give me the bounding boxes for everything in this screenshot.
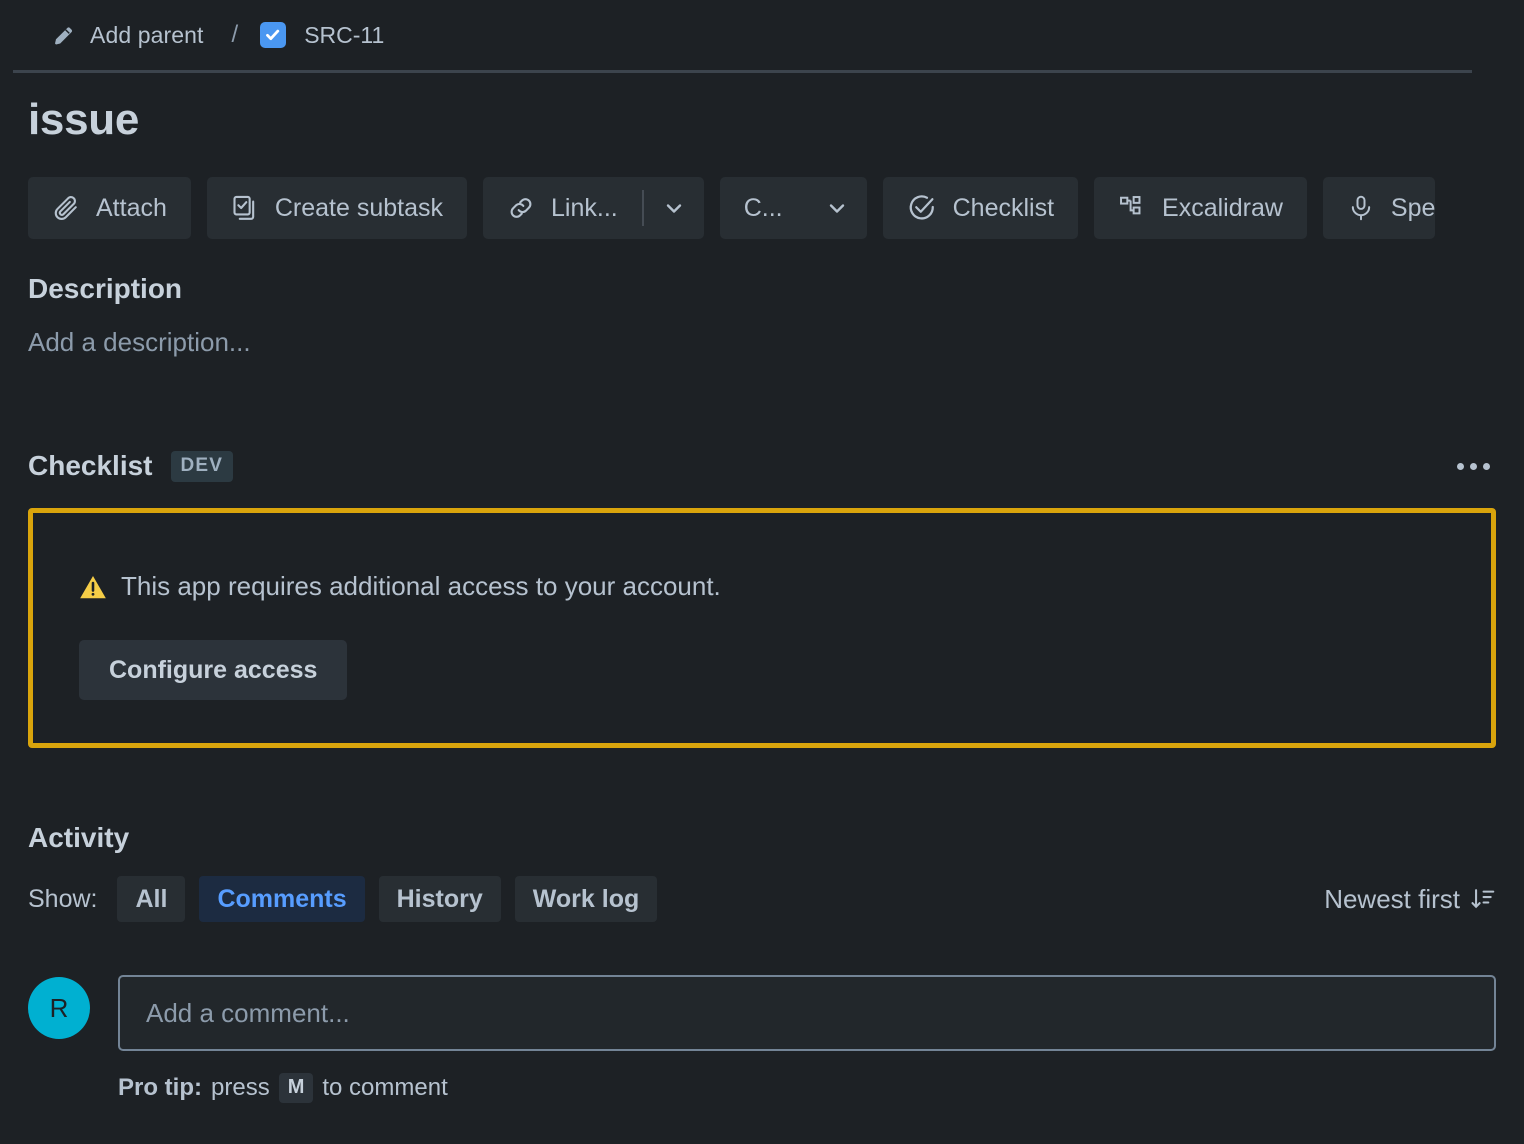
add-comment-row: R Pro tip: press M to comment	[28, 975, 1496, 1104]
breadcrumb: Add parent / SRC-11	[0, 0, 1524, 70]
link-dropdown-button[interactable]	[644, 177, 704, 239]
check-circle-icon	[907, 193, 937, 223]
microphone-icon	[1347, 194, 1375, 222]
ellipsis-dot	[1483, 462, 1490, 470]
pro-tip: Pro tip: press M to comment	[118, 1073, 1496, 1104]
ellipsis-dot	[1470, 462, 1477, 470]
pro-tip-text: press	[211, 1074, 270, 1102]
ellipsis-dot	[1457, 462, 1464, 470]
link-icon	[507, 194, 535, 222]
breadcrumb-issue-link[interactable]: SRC-11	[254, 18, 390, 53]
header-divider	[13, 70, 1472, 73]
checklist-heading-group: Checklist DEV	[28, 450, 234, 482]
add-comment-input[interactable]	[118, 975, 1496, 1052]
more-apps-label: C...	[743, 193, 783, 222]
filter-history-button[interactable]: History	[378, 876, 501, 923]
warning-triangle-icon	[79, 574, 107, 600]
link-button[interactable]: Link...	[483, 177, 642, 239]
comment-column: Pro tip: press M to comment	[118, 975, 1496, 1104]
checklist-section-header: Checklist DEV	[28, 450, 1496, 482]
chevron-down-icon	[662, 196, 686, 220]
add-parent-label: Add parent	[90, 21, 204, 48]
pro-tip-key: M	[278, 1073, 314, 1104]
excalidraw-label: Excalidraw	[1162, 193, 1283, 222]
excalidraw-button[interactable]: Excalidraw	[1094, 177, 1307, 240]
page-title[interactable]: issue	[28, 95, 1524, 144]
add-parent-button[interactable]: Add parent	[46, 18, 210, 53]
more-apps-split-button: C...	[719, 177, 867, 240]
link-split-button: Link...	[483, 177, 704, 240]
create-subtask-button[interactable]: Create subtask	[206, 177, 468, 240]
sort-descending-icon	[1470, 886, 1496, 912]
description-placeholder[interactable]: Add a description...	[28, 327, 1524, 358]
access-warning-message-row: This app requires additional access to y…	[79, 571, 1491, 602]
pencil-icon	[52, 23, 76, 47]
sort-order-label: Newest first	[1324, 883, 1460, 914]
checklist-button[interactable]: Checklist	[882, 177, 1079, 240]
task-checkbox-icon	[260, 22, 287, 48]
link-label: Link...	[551, 193, 618, 222]
activity-filters: Show: All Comments History Work log	[28, 876, 658, 923]
more-apps-dropdown-button[interactable]	[807, 177, 867, 239]
breadcrumb-separator: /	[231, 21, 239, 48]
checklist-more-actions-button[interactable]	[1451, 453, 1496, 480]
dev-badge: DEV	[170, 450, 234, 482]
paperclip-icon	[52, 194, 80, 222]
attach-label: Attach	[96, 193, 167, 222]
filter-work-log-button[interactable]: Work log	[514, 876, 658, 923]
activity-controls: Show: All Comments History Work log Newe…	[28, 876, 1496, 923]
speech-button[interactable]: Spe	[1322, 177, 1436, 240]
filter-comments-button[interactable]: Comments	[199, 876, 365, 923]
avatar[interactable]: R	[28, 977, 90, 1040]
attach-button[interactable]: Attach	[28, 177, 191, 240]
configure-access-button[interactable]: Configure access	[79, 640, 348, 701]
more-apps-button[interactable]: C...	[720, 177, 807, 239]
subtask-icon	[231, 194, 259, 222]
filter-all-button[interactable]: All	[117, 876, 186, 923]
show-label: Show:	[28, 884, 98, 913]
chevron-down-icon	[825, 196, 849, 220]
activity-heading: Activity	[28, 822, 130, 854]
issue-detail-page: Add parent / SRC-11 issue Attach Create …	[0, 0, 1524, 1144]
create-subtask-label: Create subtask	[274, 193, 444, 222]
pro-tip-prefix: Pro tip:	[118, 1074, 202, 1102]
checklist-heading: Checklist	[28, 450, 153, 482]
pro-tip-suffix: to comment	[322, 1074, 448, 1102]
speech-label: Spe	[1390, 193, 1436, 222]
access-warning-text: This app requires additional access to y…	[121, 571, 721, 602]
description-heading: Description	[28, 273, 183, 305]
app-access-warning-box: This app requires additional access to y…	[28, 508, 1496, 749]
checklist-button-label: Checklist	[952, 193, 1055, 222]
sort-order-button[interactable]: Newest first	[1324, 884, 1496, 915]
excalidraw-icon	[1118, 194, 1146, 222]
issue-actions-toolbar: Attach Create subtask Link... C... Check…	[28, 177, 1524, 240]
issue-key-label: SRC-11	[304, 21, 385, 48]
